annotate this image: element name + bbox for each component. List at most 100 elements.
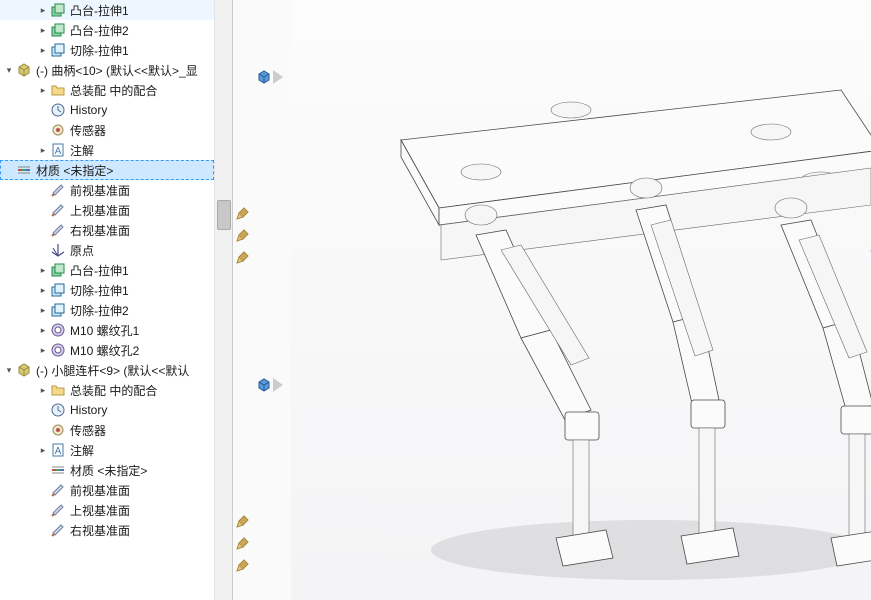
gutter-marker[interactable] bbox=[257, 68, 285, 86]
expand-icon[interactable]: ▸ bbox=[38, 445, 48, 455]
scrollbar-thumb[interactable] bbox=[217, 200, 231, 230]
tree-row[interactable]: ▸ M10 螺纹孔2 bbox=[0, 340, 214, 360]
tree-row[interactable]: ▸前视基准面 bbox=[0, 180, 214, 200]
tree-item-label: 传感器 bbox=[70, 422, 106, 439]
tree-row[interactable]: ▾(-) 小腿连杆<9> (默认<<默认 bbox=[0, 360, 214, 380]
annotation-icon: A bbox=[50, 142, 66, 158]
tree-row[interactable]: ▸原点 bbox=[0, 240, 214, 260]
history-icon bbox=[50, 402, 66, 418]
tree-row[interactable]: ▸A注解 bbox=[0, 440, 214, 460]
tree-item-label: 材质 <未指定> bbox=[70, 462, 147, 479]
extrude-icon bbox=[50, 2, 66, 18]
pencil-icon[interactable] bbox=[235, 229, 249, 243]
triangle-icon bbox=[273, 378, 283, 392]
tree-row[interactable]: ▸材质 <未指定> bbox=[0, 460, 214, 480]
tree-item-label: 切除-拉伸1 bbox=[70, 42, 129, 59]
tree-row[interactable]: ▸ 切除-拉伸2 bbox=[0, 300, 214, 320]
gutter-marker[interactable] bbox=[257, 376, 285, 394]
tree-item-label: History bbox=[70, 103, 107, 117]
tree-item-label: M10 螺纹孔1 bbox=[70, 322, 139, 339]
tree-row[interactable]: ▸History bbox=[0, 100, 214, 120]
sensor-icon bbox=[50, 422, 66, 438]
tree-item-label: 右视基准面 bbox=[70, 522, 130, 539]
collapse-icon[interactable]: ▾ bbox=[4, 365, 14, 375]
tree-item-label: 注解 bbox=[70, 142, 94, 159]
tree-scrollbar[interactable] bbox=[215, 0, 233, 600]
tree-row[interactable]: ▸右视基准面 bbox=[0, 520, 214, 540]
tree-item-label: 前视基准面 bbox=[70, 482, 130, 499]
tree-row[interactable]: ▸传感器 bbox=[0, 120, 214, 140]
plane-icon bbox=[50, 502, 66, 518]
expand-icon[interactable]: ▸ bbox=[38, 385, 48, 395]
folder-icon bbox=[50, 82, 66, 98]
tree-item-label: 上视基准面 bbox=[70, 202, 130, 219]
cut-icon bbox=[50, 302, 66, 318]
tree-row[interactable]: ▸ M10 螺纹孔1 bbox=[0, 320, 214, 340]
plane-icon bbox=[50, 482, 66, 498]
expand-icon[interactable]: ▸ bbox=[38, 85, 48, 95]
pencil-icon[interactable] bbox=[235, 207, 249, 221]
tree-row[interactable]: ▸传感器 bbox=[0, 420, 214, 440]
part-icon bbox=[16, 362, 32, 378]
cut-icon bbox=[50, 282, 66, 298]
part-icon bbox=[16, 62, 32, 78]
tree-row[interactable]: ▸ 切除-拉伸1 bbox=[0, 280, 214, 300]
3d-viewport[interactable] bbox=[291, 0, 871, 600]
tree-item-label: 凸台-拉伸1 bbox=[70, 2, 129, 19]
tree-item-label: 切除-拉伸1 bbox=[70, 282, 129, 299]
expand-icon[interactable]: ▸ bbox=[38, 265, 48, 275]
tree-item-label: 前视基准面 bbox=[70, 182, 130, 199]
pencil-icon[interactable] bbox=[235, 559, 249, 573]
tree-row[interactable]: ▸ A 注解 bbox=[0, 140, 214, 160]
tree-row[interactable]: ▸ 总装配 中的配合 bbox=[0, 380, 214, 400]
svg-text:A: A bbox=[55, 146, 62, 157]
origin-icon bbox=[50, 242, 66, 258]
svg-text:A: A bbox=[55, 446, 62, 457]
tree-gutter bbox=[251, 0, 291, 600]
pencil-icon[interactable] bbox=[235, 515, 249, 529]
cut-icon bbox=[50, 42, 66, 58]
tree-item-label: 总装配 中的配合 bbox=[70, 382, 157, 399]
tree-row[interactable]: ▸总装配 中的配合 bbox=[0, 80, 214, 100]
tree-item-label: 原点 bbox=[70, 242, 94, 259]
tree-row[interactable]: ▸上视基准面 bbox=[0, 200, 214, 220]
expand-icon[interactable]: ▸ bbox=[38, 345, 48, 355]
tree-row[interactable]: ▸ 切除-拉伸1 bbox=[0, 40, 214, 60]
cube3d-icon bbox=[257, 70, 271, 84]
expand-icon[interactable]: ▸ bbox=[38, 25, 48, 35]
tree-item-label: 凸台-拉伸1 bbox=[70, 262, 129, 279]
expand-icon[interactable]: ▸ bbox=[38, 45, 48, 55]
tree-row[interactable]: ▸凸台-拉伸2 bbox=[0, 20, 214, 40]
pencil-overlay-column bbox=[233, 0, 251, 600]
history-icon bbox=[50, 102, 66, 118]
tree-item-label: M10 螺纹孔2 bbox=[70, 342, 139, 359]
expand-icon[interactable]: ▸ bbox=[38, 325, 48, 335]
expand-icon[interactable]: ▸ bbox=[38, 305, 48, 315]
collapse-icon[interactable]: ▾ bbox=[4, 65, 14, 75]
expand-icon[interactable]: ▸ bbox=[38, 5, 48, 15]
feature-tree-panel[interactable]: ▸凸台-拉伸1▸凸台-拉伸2▸切除-拉伸1▾(-) 曲柄<10> (默认<<默认… bbox=[0, 0, 215, 600]
tree-row[interactable]: ▸上视基准面 bbox=[0, 500, 214, 520]
tree-item-label: 材质 <未指定> bbox=[36, 162, 113, 179]
tree-row[interactable]: ▸ 凸台-拉伸1 bbox=[0, 260, 214, 280]
tree-item-label: 上视基准面 bbox=[70, 502, 130, 519]
expand-icon[interactable]: ▸ bbox=[38, 285, 48, 295]
tree-row[interactable]: ▸右视基准面 bbox=[0, 220, 214, 240]
expand-icon[interactable]: ▸ bbox=[38, 145, 48, 155]
tree-row[interactable]: ▸ 凸台-拉伸1 bbox=[0, 0, 214, 20]
plane-icon bbox=[50, 202, 66, 218]
tree-row[interactable]: ▾(-) 曲柄<10> (默认<<默认>_显 bbox=[0, 60, 214, 80]
tree-item-label: History bbox=[70, 403, 107, 417]
hole-icon bbox=[50, 322, 66, 338]
pencil-icon[interactable] bbox=[235, 537, 249, 551]
extrude-icon bbox=[50, 262, 66, 278]
tree-row[interactable]: ▸材质 <未指定> bbox=[0, 160, 214, 180]
extrude-icon bbox=[50, 22, 66, 38]
robot-model-wireframe[interactable] bbox=[351, 60, 871, 580]
plane-icon bbox=[50, 182, 66, 198]
sensor-icon bbox=[50, 122, 66, 138]
tree-item-label: 切除-拉伸2 bbox=[70, 302, 129, 319]
tree-row[interactable]: ▸前视基准面 bbox=[0, 480, 214, 500]
tree-row[interactable]: ▸History bbox=[0, 400, 214, 420]
pencil-icon[interactable] bbox=[235, 251, 249, 265]
